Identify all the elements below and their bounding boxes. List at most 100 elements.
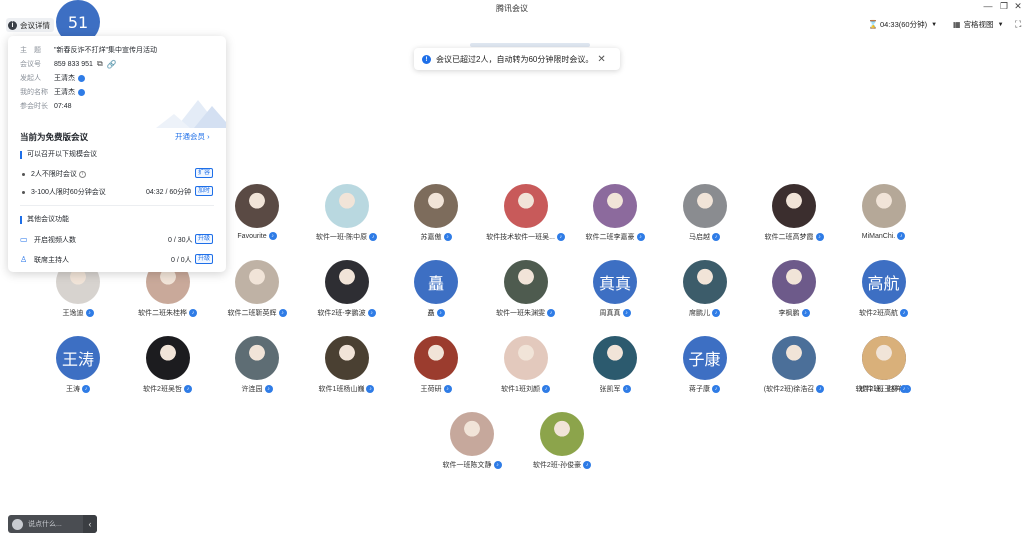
mic-status-icon: ♪ bbox=[636, 233, 645, 242]
emoji-icon[interactable] bbox=[12, 518, 23, 530]
decoration-graphic bbox=[156, 100, 226, 128]
grid-view-button[interactable]: ▦ 宫格视图 ▼ bbox=[953, 19, 1004, 30]
restore-icon[interactable]: ❐ bbox=[998, 1, 1010, 12]
participant-tile[interactable]: (软件2班)徐浩召 ♪ bbox=[749, 336, 839, 412]
my-name-row: 我的名称 王清杰 bbox=[20, 87, 85, 97]
mic-status-icon: ♪ bbox=[85, 309, 94, 318]
participant-tile[interactable]: 软件2班-李鹏波 ♪ bbox=[302, 260, 392, 336]
mic-status-icon: ♪ bbox=[899, 385, 908, 394]
toast-shadow-bar bbox=[470, 43, 590, 47]
expand-tag-button[interactable]: 扩容 bbox=[195, 168, 214, 178]
chevron-down-icon: ▼ bbox=[931, 21, 938, 28]
participant-tile[interactable]: 软件2班-孙俊豪 ♪ bbox=[517, 412, 607, 488]
upgrade-video-button[interactable]: 升级 bbox=[195, 234, 214, 244]
mic-status-icon: ♪ bbox=[899, 309, 908, 318]
participant-tile[interactable]: 软件二班李嘉豪 ♪ bbox=[570, 184, 660, 260]
video-count-row: ▭ 开启视频人数 bbox=[20, 235, 76, 245]
participant-tile[interactable]: 马启越 ♪ bbox=[660, 184, 750, 260]
participant-tile[interactable]: 软件一班朱渊雯 ♪ bbox=[481, 260, 571, 336]
participant-tile[interactable]: 软件一班陈文静 ♪ bbox=[427, 412, 517, 488]
info-icon: i bbox=[8, 20, 17, 30]
participant-tile[interactable]: MiManChi. ♪ bbox=[839, 184, 929, 260]
mic-status-icon: ♪ bbox=[82, 385, 90, 394]
participant-tile[interactable]: 真真 周真真 ♪ bbox=[570, 260, 660, 336]
avatar bbox=[235, 260, 279, 304]
mic-status-icon: ♪ bbox=[493, 461, 502, 470]
participant-tile[interactable]: 矗矗 ♪ bbox=[391, 260, 481, 336]
participant-tile[interactable]: 软件1班杨山巍 ♪ bbox=[302, 336, 392, 412]
avatar bbox=[414, 184, 458, 228]
host-name: 王清杰 bbox=[54, 75, 75, 82]
meeting-timer[interactable]: ⌛ 04:33(60分钟) ▼ bbox=[868, 19, 937, 30]
link-icon[interactable]: 🔗 bbox=[107, 60, 117, 69]
participant-tile[interactable]: 软件1班王柳 ♪ bbox=[839, 336, 929, 412]
participant-tile[interactable]: 苏嘉傲 ♪ bbox=[391, 184, 481, 260]
mic-status-icon: ♪ bbox=[897, 232, 906, 240]
info-icon: ! bbox=[422, 54, 431, 64]
video-icon: ▭ bbox=[20, 235, 28, 244]
extend-time-button[interactable]: 加时 bbox=[195, 186, 214, 196]
mic-status-icon: ♪ bbox=[443, 385, 452, 394]
participant-tile[interactable]: 软件二班靳英辉 ♪ bbox=[212, 260, 302, 336]
participant-tile[interactable]: 席鹏儿 ♪ bbox=[660, 260, 750, 336]
topic-row: 主 题 "新春反诈不打烊"集中宣传月活动 bbox=[20, 47, 157, 54]
mic-status-icon: ♪ bbox=[369, 233, 378, 242]
free-plan-title: 当前为免费版会议 bbox=[20, 132, 89, 142]
avatar bbox=[145, 336, 190, 380]
meeting-id-row: 会议号 859 833 951 ⧉ 🔗 bbox=[20, 59, 117, 69]
mic-status-icon: ♪ bbox=[268, 232, 277, 240]
participant-tile[interactable]: 张凯军 ♪ bbox=[570, 336, 660, 412]
chat-input[interactable]: 说点什么... ‹ bbox=[8, 515, 97, 533]
participant-tile[interactable]: 高航 软件2班高航 ♪ bbox=[839, 260, 929, 336]
participant-tile[interactable]: 软件2班吴哲 ♪ bbox=[123, 336, 213, 412]
avatar bbox=[235, 184, 279, 228]
participant-tile[interactable]: 软件技术软件一班吴... ♪ bbox=[481, 184, 571, 260]
participant-tile[interactable]: 软件一班-陈中原 ♪ bbox=[302, 184, 392, 260]
video-count-value: 0 / 30人 bbox=[168, 237, 193, 244]
avatar: 真真 bbox=[593, 260, 637, 304]
avatar bbox=[324, 336, 369, 380]
meeting-id: 859 833 951 bbox=[54, 60, 93, 68]
close-icon[interactable]: ✕ bbox=[1012, 1, 1024, 12]
participant-tile[interactable]: 许连园 ♪ bbox=[212, 336, 302, 412]
mic-status-icon: ♪ bbox=[583, 461, 592, 470]
chat-placeholder: 说点什么... bbox=[28, 521, 62, 528]
host-icon: ♙ bbox=[20, 255, 28, 264]
top-toolbar: i 会议详情 ⌛ 04:33(60分钟) ▼ ▦ 宫格视图 ▼ ⛶ bbox=[0, 16, 1024, 34]
duration-row: 参会时长 07:48 bbox=[20, 102, 72, 111]
participant-tile[interactable]: 软件二班高梦霞 ♪ bbox=[749, 184, 839, 260]
participant-tile[interactable]: 软件1班刘颜 ♪ bbox=[481, 336, 571, 412]
app-title: 腾讯会议 bbox=[496, 4, 528, 13]
avatar: 高航 bbox=[861, 260, 906, 304]
cohost-row: ♙ 联席主持人 bbox=[20, 255, 69, 265]
timer-text: 04:33(60分钟) bbox=[879, 20, 928, 29]
avatar bbox=[503, 184, 548, 228]
mic-status-icon: ♪ bbox=[183, 385, 192, 394]
mic-status-icon: ♪ bbox=[366, 385, 375, 394]
minimize-icon[interactable]: — bbox=[982, 1, 994, 11]
participant-tile[interactable]: 王荷研 ♪ bbox=[391, 336, 481, 412]
upgrade-link[interactable]: 开通会员 › bbox=[175, 131, 210, 142]
avatar bbox=[772, 336, 816, 380]
cohost-value: 0 / 0人 bbox=[171, 257, 192, 264]
avatar bbox=[414, 336, 458, 380]
time-limit-toast: ! 会议已超过2人，自动转为60分钟限时会议。 ✕ bbox=[414, 48, 620, 70]
avatar bbox=[682, 260, 727, 304]
participant-tile[interactable]: 子康 蒋子康 ♪ bbox=[660, 336, 750, 412]
avatar bbox=[503, 336, 548, 380]
info-icon[interactable]: i bbox=[78, 170, 86, 178]
collapse-icon[interactable]: ‹ bbox=[83, 515, 97, 533]
participant-tile[interactable]: 王涛 王涛 ♪ bbox=[33, 336, 123, 412]
grid-view-label: 宫格视图 bbox=[963, 20, 994, 29]
host-row: 发起人 王清杰 bbox=[20, 73, 85, 83]
participant-name: 软件1班王柳 ♪ bbox=[829, 384, 939, 394]
fullscreen-icon[interactable]: ⛶ bbox=[1015, 19, 1021, 30]
mic-status-icon: ♪ bbox=[712, 385, 720, 394]
copy-icon[interactable]: ⧉ bbox=[97, 59, 103, 69]
upgrade-cohost-button[interactable]: 升级 bbox=[195, 254, 214, 264]
title-bar: 腾讯会议 — ❐ ✕ bbox=[0, 0, 1024, 16]
avatar: 矗 bbox=[414, 260, 458, 304]
close-icon[interactable]: ✕ bbox=[597, 54, 605, 65]
mic-status-icon: ♪ bbox=[436, 309, 445, 318]
participant-tile[interactable]: 李枫鹏 ♪ bbox=[749, 260, 839, 336]
